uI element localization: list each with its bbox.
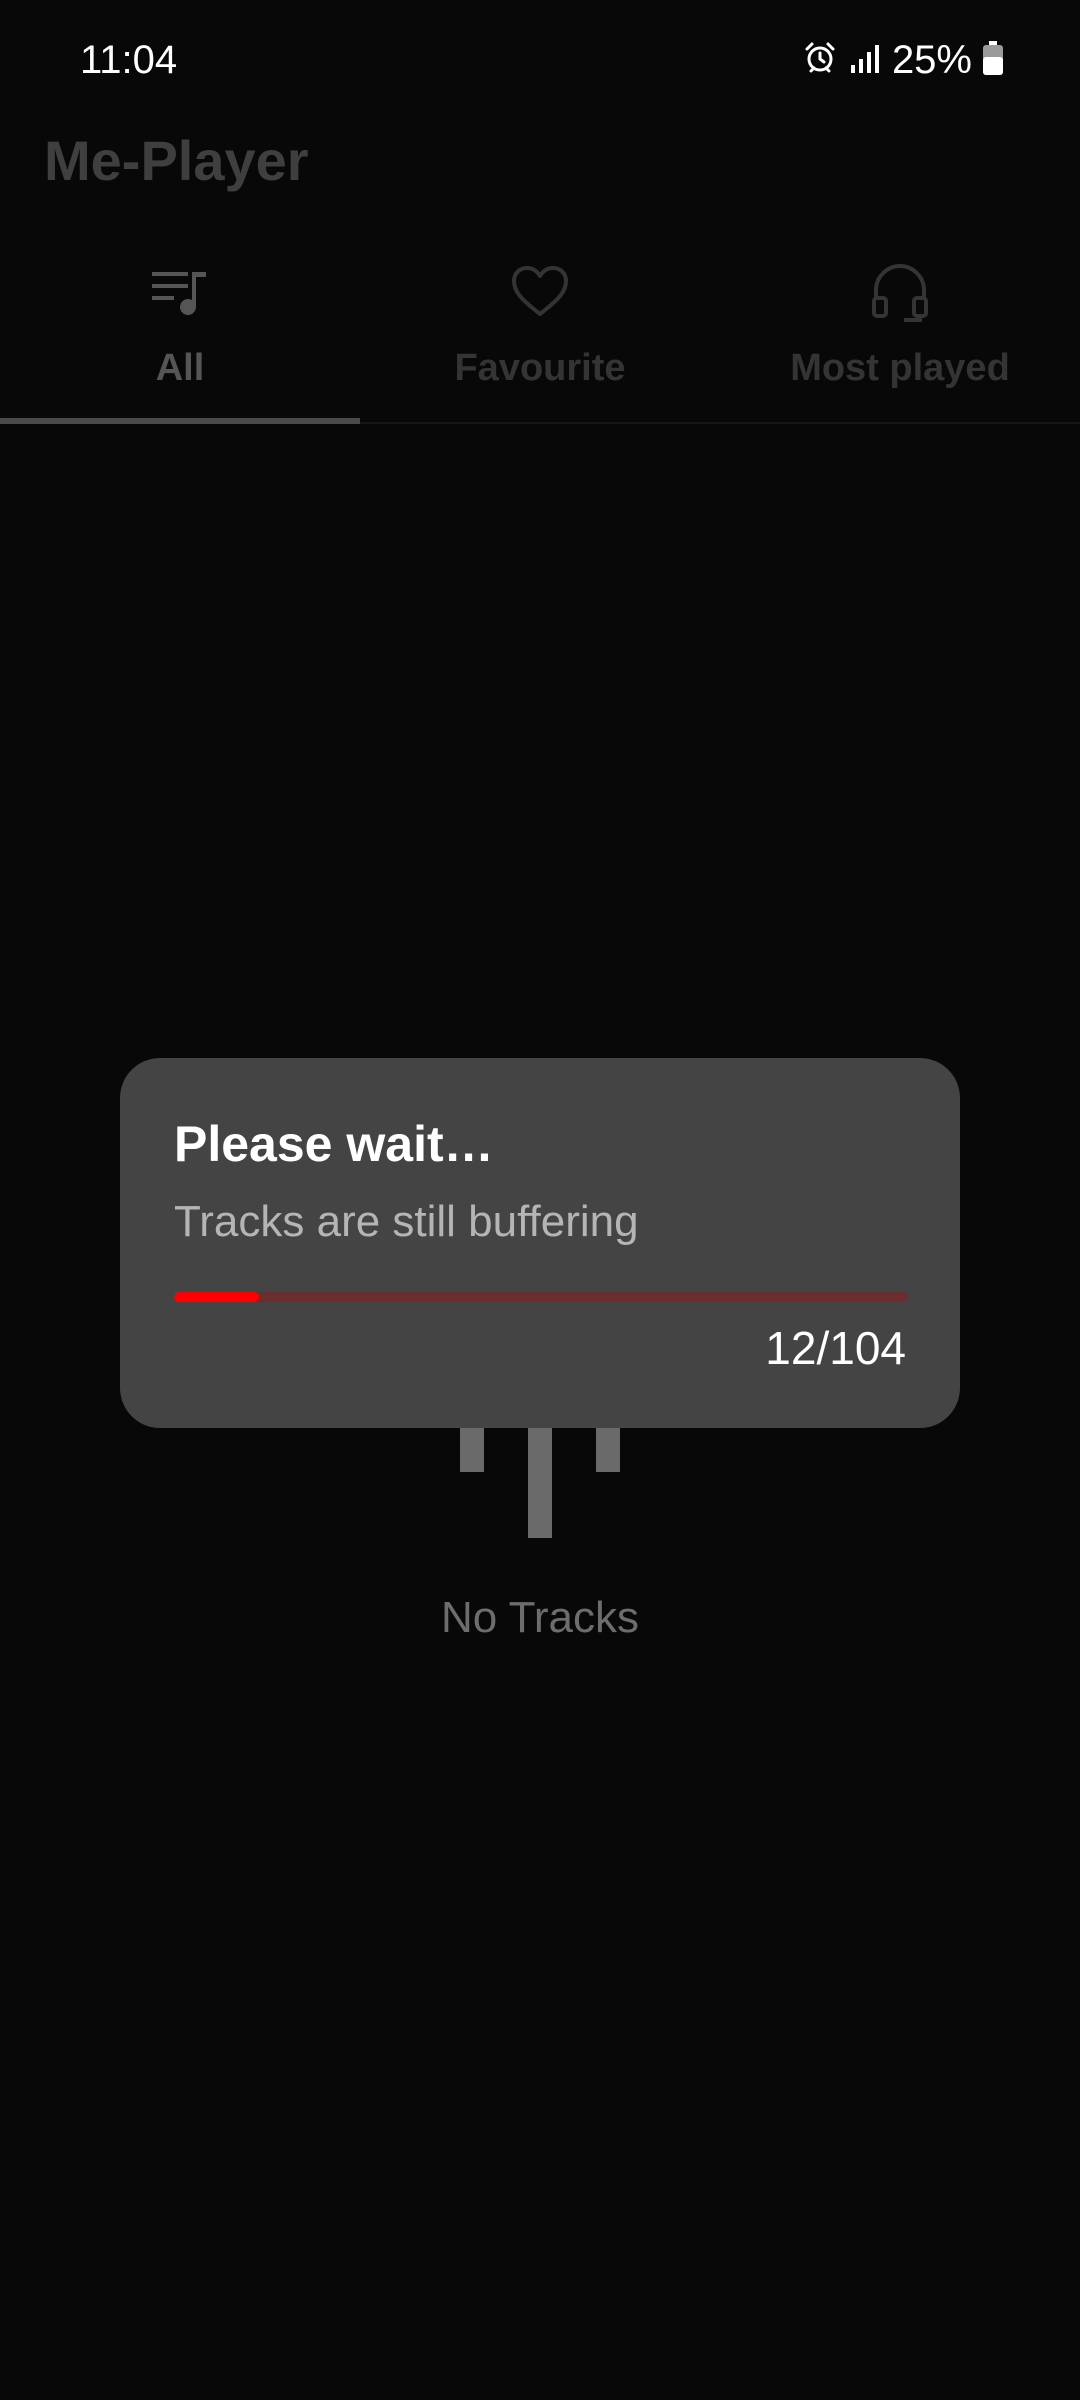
- battery-icon: [982, 40, 1004, 81]
- dialog-message: Tracks are still buffering: [174, 1197, 639, 1246]
- buffering-dialog: Please wait… Tracks are still buffering …: [120, 1058, 960, 1428]
- tab-active-indicator: [0, 418, 360, 424]
- progress-fill: [174, 1292, 259, 1302]
- progress-bar: [174, 1292, 908, 1302]
- tab-favourite-label: Favourite: [454, 347, 626, 389]
- tab-most-played-label: Most played: [790, 347, 1010, 389]
- status-time: 11:04: [80, 38, 178, 82]
- status-bar: 11:04 25%: [0, 0, 1080, 120]
- headphones-icon: [868, 260, 932, 329]
- tab-favourite[interactable]: Favourite: [360, 240, 720, 422]
- tab-most-played[interactable]: Most played: [720, 240, 1080, 422]
- progress-count: 12/104: [765, 1322, 906, 1374]
- battery-percent: 25%: [891, 38, 972, 82]
- dialog-title: Please wait…: [174, 1116, 494, 1172]
- status-icons: 25%: [802, 36, 1004, 84]
- alarm-icon: [802, 40, 838, 81]
- app-screen: 11:04 25% Me-Player All Favourite Most p…: [0, 0, 1080, 2400]
- playlist-music-icon: [148, 260, 212, 329]
- app-title: Me-Player: [44, 129, 309, 192]
- tab-all[interactable]: All: [0, 240, 360, 424]
- empty-state-text: No Tracks: [440, 1593, 640, 1642]
- heart-icon: [508, 260, 572, 329]
- signal-icon: [848, 41, 882, 80]
- tab-bar: All Favourite Most played: [0, 240, 1080, 424]
- tab-all-label: All: [155, 347, 205, 389]
